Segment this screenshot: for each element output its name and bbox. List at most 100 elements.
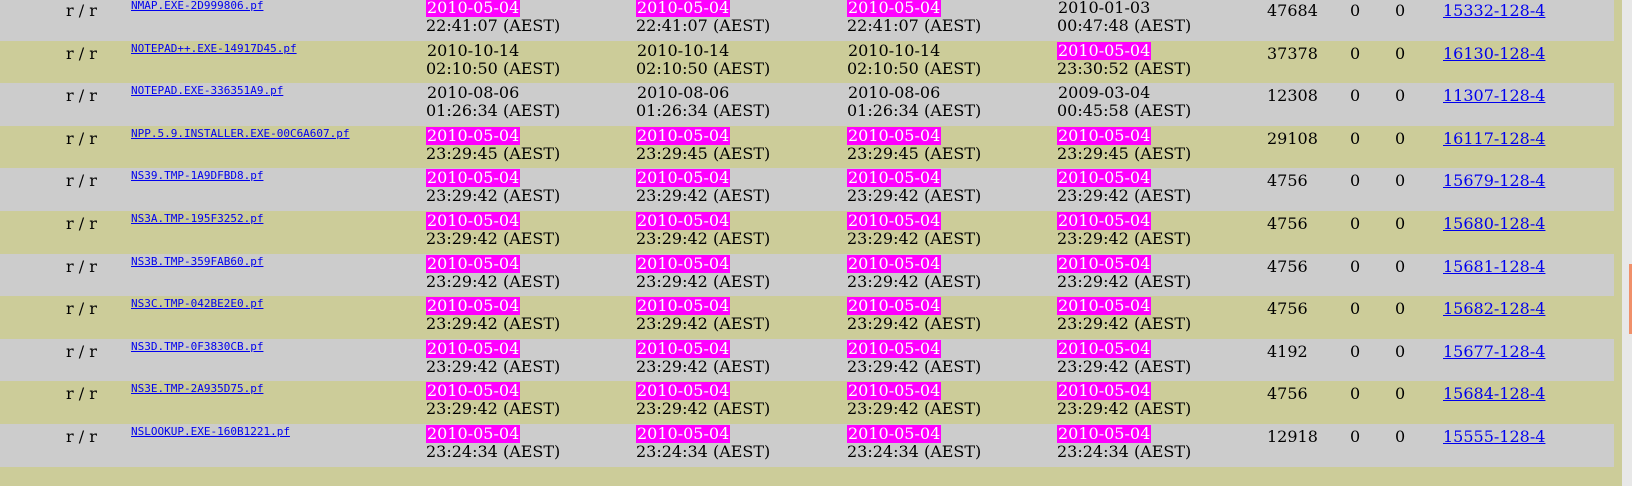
- vertical-scrollbar[interactable]: [1622, 0, 1632, 486]
- time-value: 02:10:50 (AEST): [636, 58, 771, 78]
- file-name-link[interactable]: NS3C.TMP-042BE2E0.pf: [131, 297, 263, 311]
- time-value: 23:29:42 (AEST): [426, 356, 561, 376]
- date-value: 2010-05-04: [636, 296, 731, 316]
- modified-time: 2010-10-14 02:10:50 (AEST): [426, 41, 561, 78]
- time-value: 23:29:42 (AEST): [1057, 186, 1192, 206]
- time-value: 23:29:42 (AEST): [1057, 314, 1192, 334]
- metadata-link[interactable]: 16117-128-4: [1443, 129, 1545, 148]
- time-value: 23:29:42 (AEST): [636, 186, 771, 206]
- changed-time: 2010-05-04 23:24:34 (AEST): [847, 423, 981, 461]
- time-value: 23:29:45 (AEST): [636, 143, 771, 163]
- changed-time: 2010-05-04 22:41:07 (AEST): [847, 0, 981, 35]
- metadata-link[interactable]: 11307-128-4: [1443, 87, 1545, 105]
- file-name-link[interactable]: NS3A.TMP-195F3252.pf: [131, 212, 263, 226]
- file-name-link[interactable]: NS3D.TMP-0F3830CB.pf: [131, 340, 263, 354]
- accessed-time: 2010-05-04 23:29:42 (AEST): [636, 254, 771, 291]
- metadata-link[interactable]: 16130-128-4: [1443, 44, 1545, 63]
- time-value: 23:29:42 (AEST): [847, 356, 982, 376]
- table-row: r / r NS39.TMP-1A9DFBD8.pf 2010-05-04 23:29…: [0, 168, 1614, 211]
- file-name-link[interactable]: NOTEPAD.EXE-336351A9.pf: [131, 84, 283, 98]
- time-value: 00:47:48 (AEST): [1057, 16, 1192, 35]
- modified-time: 2010-05-04 23:29:42 (AEST): [426, 169, 560, 205]
- date-value: 2010-05-04: [847, 423, 942, 443]
- metadata-link[interactable]: 15680-128-4: [1443, 214, 1545, 233]
- file-size: 29108: [1267, 128, 1318, 148]
- metadata-link[interactable]: 15677-128-4: [1443, 342, 1545, 361]
- metadata-link[interactable]: 15332-128-4: [1443, 2, 1545, 20]
- date-value: 2010-05-04: [426, 125, 521, 145]
- created-time: 2010-05-04 23:29:45 (AEST): [1057, 126, 1191, 163]
- time-value: 23:30:52 (AEST): [1057, 58, 1192, 78]
- created-time: 2009-03-04 00:45:58 (AEST): [1057, 84, 1191, 120]
- metadata-link[interactable]: 15682-128-4: [1443, 300, 1545, 318]
- file-name-link[interactable]: NS3E.TMP-2A935D75.pf: [131, 382, 263, 396]
- table-row: r / r NS3E.TMP-2A935D75.pf 2010-05-04 23:29…: [0, 381, 1622, 424]
- date-value: 2010-05-04: [426, 338, 521, 358]
- file-name-link[interactable]: NPP.5.9.INSTALLER.EXE-00C6A607.pf: [131, 127, 350, 141]
- metadata-link[interactable]: 15679-128-4: [1443, 172, 1545, 190]
- time-value: 23:29:42 (AEST): [636, 271, 771, 291]
- file-type: r / r: [66, 43, 97, 63]
- modified-time: 2010-05-04 23:24:34 (AEST): [426, 424, 561, 461]
- file-name-link[interactable]: NS3B.TMP-359FAB60.pf: [131, 255, 263, 269]
- date-value: 2010-05-04: [636, 125, 731, 145]
- time-value: 22:41:07 (AEST): [426, 16, 561, 35]
- file-uid: 0: [1350, 426, 1361, 446]
- time-value: 23:29:42 (AEST): [847, 228, 982, 248]
- created-time: 2010-05-04 23:29:42 (AEST): [1057, 169, 1191, 205]
- date-value: 2010-05-04: [636, 168, 731, 188]
- file-size: 12308: [1267, 86, 1318, 106]
- file-size: 4192: [1267, 341, 1308, 361]
- time-value: 23:24:34 (AEST): [636, 441, 771, 461]
- modified-time: 2010-05-04 23:29:42 (AEST): [426, 338, 561, 376]
- date-value: 2010-05-04: [847, 296, 942, 316]
- date-value: 2010-05-04: [1057, 253, 1152, 273]
- file-type: r / r: [66, 384, 97, 404]
- date-value: 2010-05-04: [1057, 296, 1152, 316]
- time-value: 23:29:42 (AEST): [636, 228, 771, 248]
- file-name-link[interactable]: NS39.TMP-1A9DFBD8.pf: [131, 169, 263, 183]
- file-size: 4756: [1267, 171, 1308, 191]
- file-type: r / r: [66, 341, 97, 361]
- file-type: r / r: [66, 171, 97, 191]
- accessed-time: 2010-05-04 23:29:45 (AEST): [636, 125, 771, 163]
- file-size: 4756: [1267, 256, 1308, 276]
- file-name-link[interactable]: NOTEPAD++.EXE-14917D45.pf: [131, 42, 297, 56]
- file-name-link[interactable]: NMAP.EXE-2D999806.pf: [131, 0, 263, 13]
- file-size: 4756: [1267, 384, 1308, 404]
- time-value: 23:29:42 (AEST): [426, 314, 561, 334]
- date-value: 2010-05-04: [1057, 168, 1152, 188]
- file-uid: 0: [1350, 86, 1361, 106]
- time-value: 23:24:34 (AEST): [426, 441, 561, 461]
- file-uid: 0: [1350, 1, 1361, 20]
- date-value: 2010-10-14: [848, 40, 941, 60]
- accessed-time: 2010-10-14 02:10:50 (AEST): [636, 41, 771, 78]
- metadata-link[interactable]: 15681-128-4: [1443, 257, 1545, 276]
- accessed-time: 2010-08-06 01:26:34 (AEST): [636, 84, 770, 120]
- accessed-time: 2010-05-04 23:29:42 (AEST): [636, 211, 771, 248]
- date-value: 2010-05-04: [426, 168, 521, 188]
- file-name-link[interactable]: NSLOOKUP.EXE-160B1221.pf: [131, 425, 290, 439]
- time-value: 23:29:42 (AEST): [426, 399, 561, 419]
- changed-time: 2010-05-04 23:29:42 (AEST): [847, 382, 981, 418]
- time-value: 23:29:42 (AEST): [1057, 228, 1192, 248]
- changed-time: 2010-05-04 23:29:42 (AEST): [847, 297, 981, 333]
- created-time: 2010-05-04 23:29:42 (AEST): [1057, 382, 1191, 418]
- metadata-link[interactable]: 15684-128-4: [1443, 385, 1545, 403]
- file-uid: 0: [1350, 213, 1361, 233]
- time-value: 02:10:50 (AEST): [426, 58, 561, 78]
- date-value: 2010-05-04: [847, 210, 942, 230]
- date-value: 2010-05-04: [1057, 423, 1152, 443]
- table-row: r / r NS3C.TMP-042BE2E0.pf 2010-05-04 23:29…: [0, 296, 1622, 339]
- time-value: 23:29:42 (AEST): [1057, 399, 1192, 419]
- accessed-time: 2010-05-04 22:41:07 (AEST): [636, 0, 770, 35]
- metadata-link[interactable]: 15555-128-4: [1443, 427, 1545, 446]
- date-value: 2010-05-04: [426, 253, 521, 273]
- time-value: 23:29:42 (AEST): [426, 186, 561, 206]
- time-value: 23:29:42 (AEST): [636, 314, 771, 334]
- date-value: 2010-05-04: [847, 253, 942, 273]
- file-listing-table: r / r NMAP.EXE-2D999806.pf 2010-05-04 22:41…: [0, 0, 1622, 467]
- time-value: 23:29:42 (AEST): [426, 271, 561, 291]
- time-value: 23:29:42 (AEST): [847, 314, 982, 334]
- accessed-time: 2010-05-04 23:29:42 (AEST): [636, 169, 770, 205]
